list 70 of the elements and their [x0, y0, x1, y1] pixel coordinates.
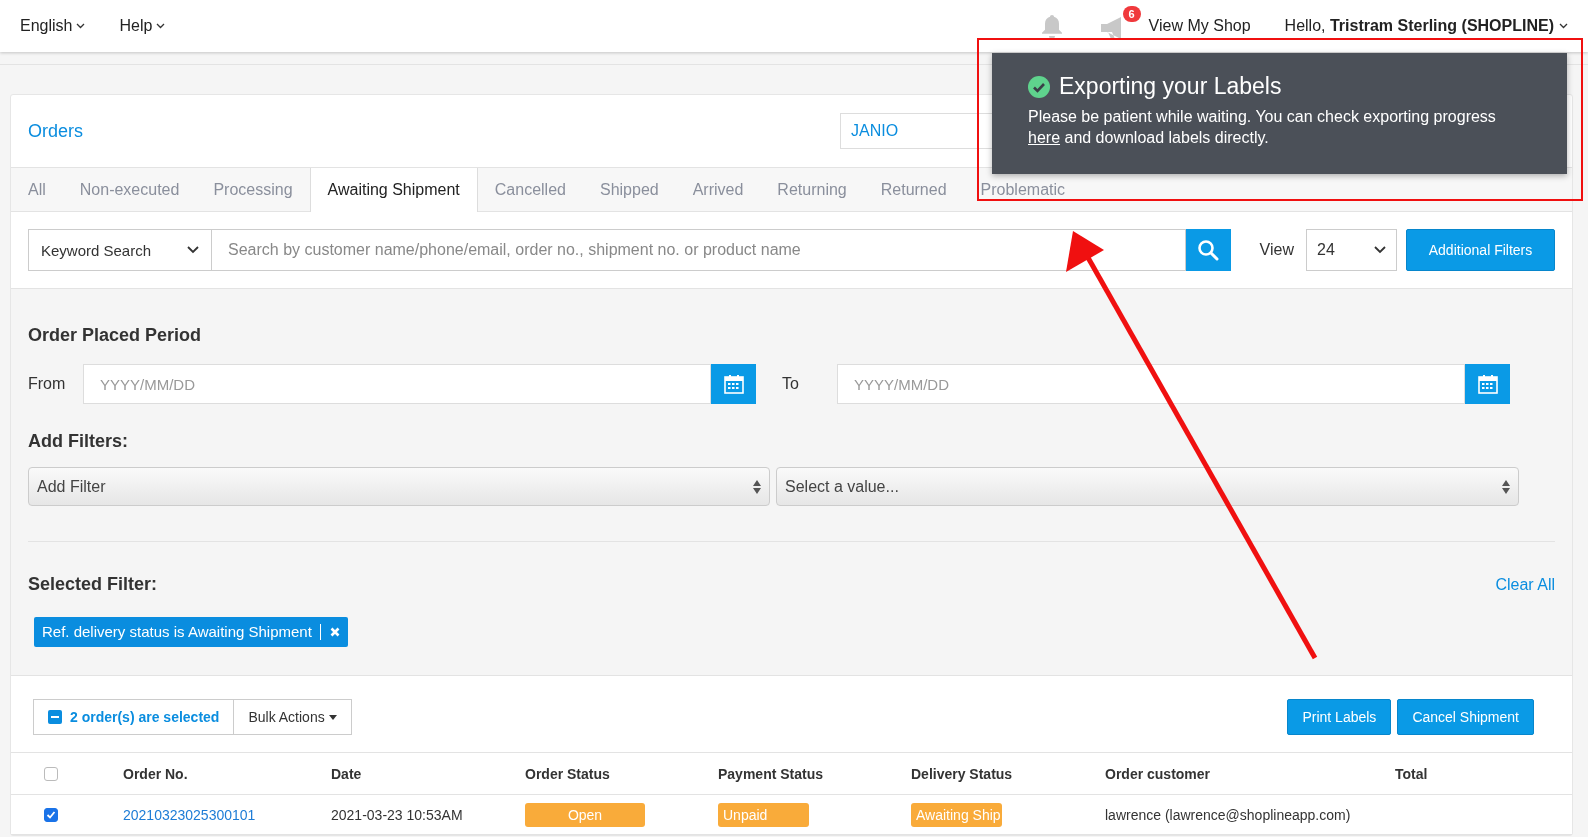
column-header: Total — [1395, 765, 1429, 782]
calendar-icon — [723, 374, 744, 394]
table-cell-text: lawrence (lawrence@shoplineapp.com) — [1105, 806, 1352, 823]
updown-icon — [1502, 479, 1510, 494]
chevron-icon — [187, 246, 199, 254]
table-cell-text: 2021-03-23 10:53AM — [331, 806, 464, 823]
clear-all-link[interactable]: Clear All — [1495, 575, 1555, 594]
check-icon — [46, 809, 56, 820]
date-field[interactable]: YYYY/MM/DD — [83, 364, 711, 404]
section-title: Add Filters: — [28, 431, 129, 452]
caret-icon — [76, 23, 86, 29]
field-label: To — [782, 375, 800, 393]
search-field[interactable]: Search by customer name/phone/email, order no., shipment no. or product name — [212, 229, 1186, 271]
view-shop-link[interactable]: View My Shop — [1148, 17, 1251, 35]
partial-checkbox-icon — [48, 710, 62, 724]
section-title: Selected Filter: — [28, 574, 158, 595]
status-badge: Awaiting Ship — [911, 802, 1002, 827]
filter-select[interactable]: Add Filter — [28, 467, 770, 506]
progress-link[interactable]: here — [1028, 129, 1061, 146]
value-select[interactable]: Select a value... — [776, 467, 1519, 506]
calendar-button[interactable] — [1465, 364, 1510, 404]
status-tab[interactable]: Problematic — [963, 168, 1083, 211]
status-tab[interactable]: Shipped — [582, 168, 676, 211]
menu-dropdown[interactable]: English — [20, 17, 86, 35]
chevron-icon — [1374, 246, 1386, 254]
status-tab[interactable]: Returning — [760, 168, 864, 211]
column-header: Delivery Status — [911, 765, 1014, 782]
search-icon — [1197, 239, 1220, 261]
status-tab[interactable]: Processing — [196, 168, 310, 211]
column-header: Order Status — [525, 765, 611, 782]
print-labels-button[interactable]: Print Labels — [1287, 699, 1392, 735]
field-label: From — [28, 375, 67, 393]
page-title: Orders — [28, 120, 83, 142]
calendar-button[interactable] — [711, 364, 756, 404]
status-tab[interactable]: Non-executed — [62, 168, 197, 211]
caret-icon — [328, 714, 337, 720]
additional-filters-button[interactable]: Additional Filters — [1406, 229, 1555, 271]
notification-count: 6 — [1122, 6, 1141, 22]
section-title: Order Placed Period — [28, 325, 203, 346]
caret-icon — [156, 23, 166, 29]
checkbox[interactable] — [44, 766, 58, 781]
account-menu[interactable]: Hello, Tristram Sterling (SHOPLINE) — [1284, 17, 1568, 35]
status-badge: Open — [525, 802, 645, 827]
toast-message: Please be patient while waiting. You can check exporting progress here and download labels directly. — [1028, 107, 1497, 148]
check-circle-icon — [1028, 75, 1050, 98]
column-header: Date — [331, 765, 363, 782]
column-header: Order No. — [123, 765, 189, 782]
status-tab[interactable]: Returned — [863, 168, 964, 211]
column-header: Order customer — [1105, 765, 1212, 782]
calendar-icon — [1477, 374, 1498, 394]
column-header: Payment Status — [718, 765, 825, 782]
per-page-select[interactable]: 24 — [1306, 229, 1397, 271]
status-tab[interactable]: All — [11, 168, 63, 211]
view-label: View — [1259, 241, 1294, 259]
order-link[interactable]: 20210323025300101 — [123, 806, 256, 823]
menu-dropdown[interactable]: Help — [119, 17, 166, 35]
search-button[interactable] — [1185, 229, 1231, 271]
date-field[interactable]: YYYY/MM/DD — [837, 364, 1465, 404]
caret-icon — [1559, 23, 1568, 29]
updown-icon — [753, 479, 761, 494]
status-tab[interactable]: Awaiting Shipment — [309, 168, 478, 212]
status-tab[interactable]: Arrived — [675, 168, 761, 211]
checkbox[interactable] — [44, 807, 58, 822]
filter-tag-label: Ref. delivery status is Awaiting Shipment — [42, 624, 321, 640]
cancel-shipment-button[interactable]: Cancel Shipment — [1397, 699, 1534, 735]
search-type-select[interactable]: Keyword Search — [28, 229, 212, 271]
status-tab[interactable]: Cancelled — [477, 168, 583, 211]
status-badge: Unpaid — [718, 802, 809, 827]
remove-icon — [329, 627, 340, 637]
toast-title: Exporting your Labels — [1059, 73, 1282, 100]
